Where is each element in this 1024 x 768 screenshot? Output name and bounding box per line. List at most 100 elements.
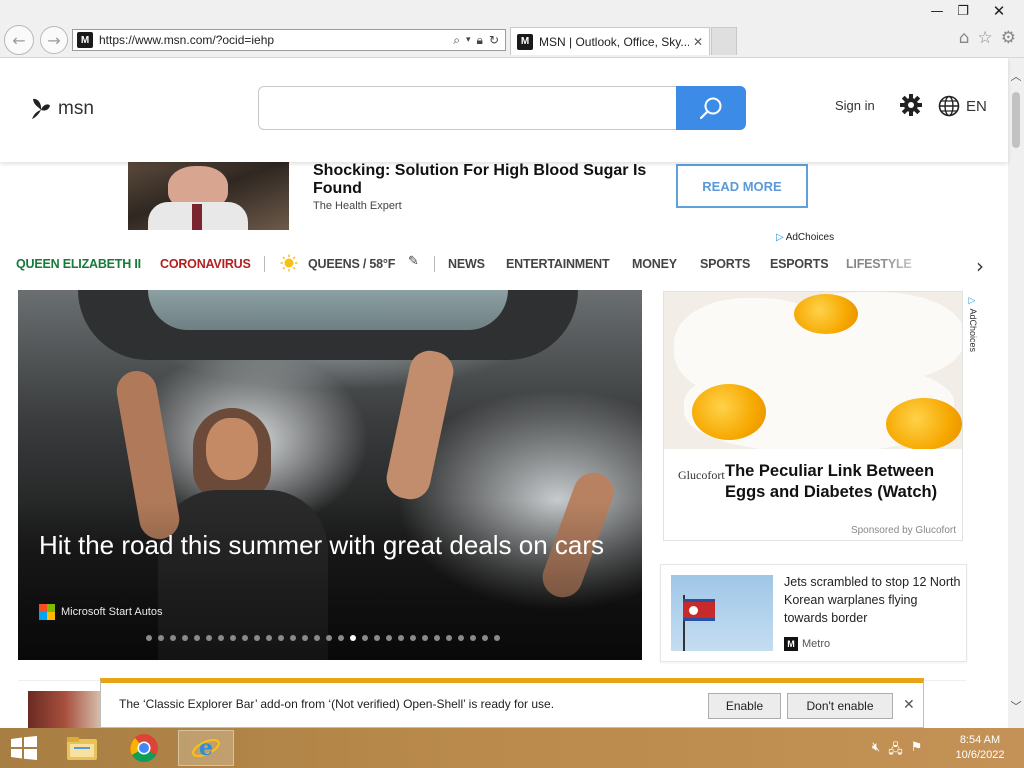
nav-item-queen-elizabeth[interactable]: QUEEN ELIZABETH II: [16, 257, 141, 271]
side-ad[interactable]: Glucofort The Peculiar Link Between Eggs…: [663, 291, 963, 541]
back-button[interactable]: ←: [4, 25, 34, 55]
globe-icon: [938, 95, 960, 117]
carousel-dot[interactable]: [158, 635, 164, 641]
carousel-dot[interactable]: [470, 635, 476, 641]
nav-item-esports[interactable]: ESPORTS: [770, 257, 829, 271]
carousel-dot[interactable]: [386, 635, 392, 641]
carousel-dot[interactable]: [326, 635, 332, 641]
carousel-dot[interactable]: [194, 635, 200, 641]
carousel-dot[interactable]: [410, 635, 416, 641]
url-text[interactable]: https://www.msn.com/?ocid=iehp: [99, 33, 453, 47]
refresh-icon[interactable]: ↻: [489, 33, 499, 47]
dropdown-icon[interactable]: ▾: [466, 35, 471, 45]
nav-item-sports[interactable]: SPORTS: [700, 257, 750, 271]
carousel-dot[interactable]: [434, 635, 440, 641]
carousel-dot[interactable]: [242, 635, 248, 641]
scroll-up-icon[interactable]: ︿: [1008, 68, 1024, 84]
favorites-star-icon[interactable]: ☆: [978, 28, 993, 48]
carousel-dot[interactable]: [350, 635, 356, 641]
carousel-dot[interactable]: [290, 635, 296, 641]
north-korea-flag: [683, 599, 715, 621]
close-icon[interactable]: ✕: [903, 697, 915, 713]
carousel-dot[interactable]: [254, 635, 260, 641]
carousel-dot[interactable]: [218, 635, 224, 641]
carousel-dot[interactable]: [374, 635, 380, 641]
scroll-down-icon[interactable]: ﹀: [1008, 698, 1024, 714]
taskbar-internet-explorer[interactable]: e: [178, 730, 234, 766]
nav-item-money[interactable]: MONEY: [632, 257, 677, 271]
enable-button[interactable]: Enable: [708, 693, 781, 719]
nav-item-coronavirus[interactable]: CORONAVIRUS: [160, 257, 251, 271]
edit-pencil-icon[interactable]: ✎: [408, 254, 419, 269]
carousel-dot[interactable]: [458, 635, 464, 641]
carousel-dot[interactable]: [422, 635, 428, 641]
carousel-dot[interactable]: [482, 635, 488, 641]
news-card[interactable]: Jets scrambled to stop 12 North Korean w…: [660, 564, 967, 662]
news-image[interactable]: [671, 575, 773, 651]
carousel-dot[interactable]: [230, 635, 236, 641]
close-window-button[interactable]: ✕: [984, 0, 1014, 22]
carousel-dot[interactable]: [314, 635, 320, 641]
settings-gear-icon[interactable]: ⚙: [1001, 28, 1016, 48]
new-tab-button[interactable]: [711, 27, 737, 55]
vertical-scrollbar[interactable]: ︿ ﹀: [1008, 58, 1024, 728]
read-more-button[interactable]: READ MORE: [676, 164, 808, 208]
gear-icon[interactable]: [898, 92, 924, 118]
forward-button[interactable]: →: [40, 26, 68, 54]
notification-message: The ‘Classic Explorer Bar’ add-on from ‘…: [119, 697, 555, 711]
windows-start-icon[interactable]: [10, 736, 38, 760]
carousel-dot[interactable]: [182, 635, 188, 641]
carousel-dot[interactable]: [362, 635, 368, 641]
hero-carousel[interactable]: Hit the road this summer with great deal…: [18, 290, 642, 660]
nav-item-entertainment[interactable]: ENTERTAINMENT: [506, 257, 610, 271]
msn-favicon-icon: M: [517, 33, 533, 50]
banner-ad-headline[interactable]: Shocking: Solution For High Blood Sugar …: [313, 162, 673, 198]
search-icon[interactable]: ⌕: [453, 33, 460, 48]
chevron-right-icon[interactable]: ›: [976, 254, 984, 278]
restore-button[interactable]: ❐: [948, 0, 978, 22]
adchoices-side-link[interactable]: ▷ AdChoices: [968, 296, 978, 352]
side-ad-title[interactable]: The Peculiar Link Between Eggs and Diabe…: [725, 461, 955, 503]
side-ad-image[interactable]: [664, 292, 962, 449]
scroll-thumb[interactable]: [1012, 92, 1020, 148]
carousel-dot[interactable]: [398, 635, 404, 641]
taskbar-chrome[interactable]: [116, 730, 172, 766]
language-label: EN: [966, 97, 987, 115]
carousel-dot[interactable]: [494, 635, 500, 641]
taskbar-file-explorer[interactable]: [54, 730, 110, 766]
language-selector[interactable]: EN: [938, 95, 987, 117]
carousel-dot[interactable]: [206, 635, 212, 641]
search-button[interactable]: [676, 86, 746, 130]
network-icon[interactable]: 🖧︎: [888, 740, 903, 762]
carousel-dot[interactable]: [266, 635, 272, 641]
home-icon[interactable]: ⌂: [959, 28, 970, 48]
dont-enable-button[interactable]: Don't enable: [787, 693, 893, 719]
carousel-dot[interactable]: [338, 635, 344, 641]
msn-logo[interactable]: msn: [30, 96, 94, 122]
banner-ad[interactable]: Shocking: Solution For High Blood Sugar …: [128, 162, 855, 230]
carousel-dot[interactable]: [146, 635, 152, 641]
weather-location[interactable]: QUEENS / 58°F: [308, 257, 395, 271]
search-input[interactable]: [258, 86, 678, 130]
speaker-muted-icon[interactable]: 🔇︎: [872, 740, 880, 762]
action-center-icon[interactable]: ⚑: [911, 740, 923, 762]
carousel-dot[interactable]: [170, 635, 176, 641]
back-arrow-icon: ←: [12, 30, 26, 50]
msn-brand-text: msn: [58, 98, 94, 119]
nav-divider: [434, 256, 435, 272]
nav-item-news[interactable]: NEWS: [448, 257, 485, 271]
adchoices-link[interactable]: ▷ AdChoices: [776, 232, 834, 243]
tab-msn[interactable]: M MSN | Outlook, Office, Sky... ✕: [510, 27, 710, 55]
lock-icon[interactable]: 🔒︎: [477, 33, 483, 48]
carousel-dot[interactable]: [278, 635, 284, 641]
sign-in-link[interactable]: Sign in: [835, 98, 875, 113]
address-bar[interactable]: M https://www.msn.com/?ocid=iehp ⌕ ▾ 🔒︎ …: [72, 29, 506, 51]
news-headline[interactable]: Jets scrambled to stop 12 North Korean w…: [784, 573, 962, 627]
bottom-news-thumbnail[interactable]: [28, 691, 102, 729]
tab-close-icon[interactable]: ✕: [693, 35, 703, 49]
clock[interactable]: 8:54 AM 10/6/2022: [950, 733, 1010, 763]
banner-ad-image[interactable]: [128, 162, 289, 230]
carousel-dot[interactable]: [446, 635, 452, 641]
hero-headline[interactable]: Hit the road this summer with great deal…: [39, 528, 619, 562]
carousel-dot[interactable]: [302, 635, 308, 641]
